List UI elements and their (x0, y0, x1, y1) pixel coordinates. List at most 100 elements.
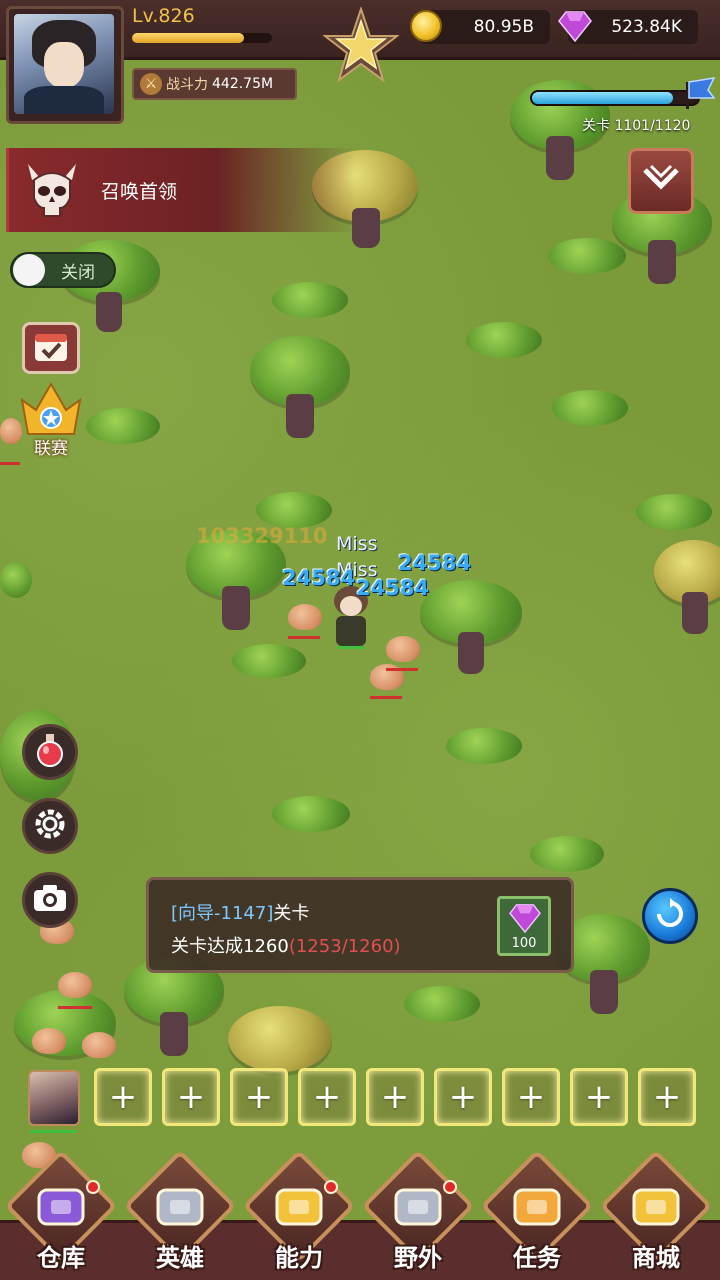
plus-icon: + (448, 1077, 478, 1117)
calendar-icon (33, 329, 69, 367)
hero-icon (150, 1180, 210, 1232)
ability-icon (269, 1180, 329, 1232)
damage-number: 24584 (356, 576, 430, 600)
tree (420, 580, 522, 676)
enemy-creature (32, 1028, 66, 1054)
bush (272, 282, 348, 318)
potion-icon (34, 732, 66, 772)
tree (228, 1006, 332, 1076)
chevron-down-icon (641, 162, 681, 200)
flag-icon (680, 76, 716, 110)
nav-item-5[interactable]: 商城 (599, 1149, 713, 1280)
stage-progress-bar (530, 90, 700, 106)
sword-icon: ⚔ (140, 73, 162, 95)
quest-progress-count: (1253/1260) (288, 936, 401, 957)
plus-icon: + (176, 1077, 206, 1117)
empty-skill-slot[interactable]: + (230, 1068, 288, 1126)
hero-portrait-slot[interactable] (28, 1070, 80, 1126)
reward-count: 100 (511, 936, 537, 951)
quest-title: [向导-1147]关卡 (171, 899, 309, 925)
quest-icon (507, 1180, 567, 1232)
auto-battle-button[interactable] (642, 888, 698, 944)
gem-icon (509, 903, 541, 937)
potion-button[interactable] (22, 724, 78, 780)
bottom-nav: 仓库 英雄 能力 野外 任务 商城 (0, 1149, 720, 1280)
combat-power-label: 战斗力 (166, 77, 208, 93)
quest-tag: [向导-1147] (171, 903, 274, 924)
nav-label: 商城 (632, 1244, 680, 1272)
bush (548, 238, 626, 274)
refresh-icon (654, 898, 686, 934)
enemy-creature (288, 604, 322, 630)
bush (256, 492, 332, 528)
star-emblem-icon[interactable] (322, 6, 400, 84)
gear-icon (32, 806, 68, 846)
damage-number: 24584 (282, 566, 356, 590)
enemy-hp-bar (386, 668, 418, 671)
collapse-button[interactable] (628, 148, 694, 214)
player-level: Lv.826 (132, 5, 195, 27)
summon-boss-button[interactable]: 召唤首领 (6, 148, 356, 232)
nav-item-0[interactable]: 仓库 (4, 1149, 118, 1280)
plus-icon: + (584, 1077, 614, 1117)
tree (250, 336, 350, 442)
empty-skill-slot[interactable]: + (570, 1068, 628, 1126)
bush (0, 562, 32, 598)
tree (14, 990, 116, 1070)
plus-icon: + (516, 1077, 546, 1117)
calendar-button[interactable] (22, 322, 80, 374)
bush (636, 494, 712, 530)
nav-label: 仓库 (37, 1244, 85, 1272)
plus-icon: + (108, 1077, 138, 1117)
nav-label: 英雄 (156, 1244, 204, 1272)
player-avatar[interactable] (14, 14, 114, 114)
notification-badge (86, 1180, 100, 1194)
plus-icon: + (244, 1077, 274, 1117)
empty-skill-slot[interactable]: + (162, 1068, 220, 1126)
tree (654, 540, 720, 636)
auto-toggle[interactable]: 关闭 (10, 252, 116, 288)
enemy-hp-bar (288, 636, 320, 639)
nav-item-1[interactable]: 英雄 (123, 1149, 237, 1280)
combat-power[interactable]: ⚔ 战斗力 442.75M (132, 68, 297, 100)
camera-icon (32, 883, 68, 917)
nav-item-4[interactable]: 任务 (480, 1149, 594, 1280)
empty-skill-slot[interactable]: + (298, 1068, 356, 1126)
empty-skill-slot[interactable]: + (94, 1068, 152, 1126)
gem-amount: 523.84K (611, 17, 682, 37)
bush (404, 986, 480, 1022)
nav-label: 任务 (513, 1244, 561, 1272)
bush (466, 322, 542, 358)
notification-badge (324, 1180, 338, 1194)
damage-number-faded: 103329110 (196, 524, 328, 548)
stage-progress-fill (532, 92, 674, 104)
screenshot-button[interactable] (22, 872, 78, 928)
stage-label: 关卡 1101/1120 (582, 118, 691, 134)
nav-item-2[interactable]: 能力 (242, 1149, 356, 1280)
bush (530, 836, 604, 872)
gold-amount: 80.95B (473, 17, 534, 37)
toggle-knob (13, 254, 45, 286)
enemy-creature (386, 636, 420, 662)
league-label: 联赛 (34, 439, 68, 459)
empty-skill-slot[interactable]: + (638, 1068, 696, 1126)
notification-badge (443, 1180, 457, 1194)
empty-skill-slot[interactable]: + (366, 1068, 424, 1126)
empty-skill-slot[interactable]: + (434, 1068, 492, 1126)
nav-item-3[interactable]: 野外 (361, 1149, 475, 1280)
enemy-hp-bar (370, 696, 402, 699)
settings-button[interactable] (22, 798, 78, 854)
hero-hp-bar (30, 1130, 76, 1133)
nav-label: 能力 (275, 1244, 323, 1272)
gem-icon (558, 10, 592, 43)
combat-power-value: 442.75M (212, 76, 274, 92)
plus-icon: + (312, 1077, 342, 1117)
league-button[interactable]: 联赛 (12, 380, 90, 460)
quest-reward[interactable]: 100 (497, 896, 551, 956)
bush (232, 644, 306, 678)
enemy-creature (82, 1032, 116, 1058)
summon-boss-label: 召唤首领 (101, 180, 178, 203)
bush (446, 728, 522, 764)
empty-skill-slot[interactable]: + (502, 1068, 560, 1126)
quest-panel[interactable]: [向导-1147]关卡 关卡达成1260(1253/1260) 100 (146, 877, 574, 973)
